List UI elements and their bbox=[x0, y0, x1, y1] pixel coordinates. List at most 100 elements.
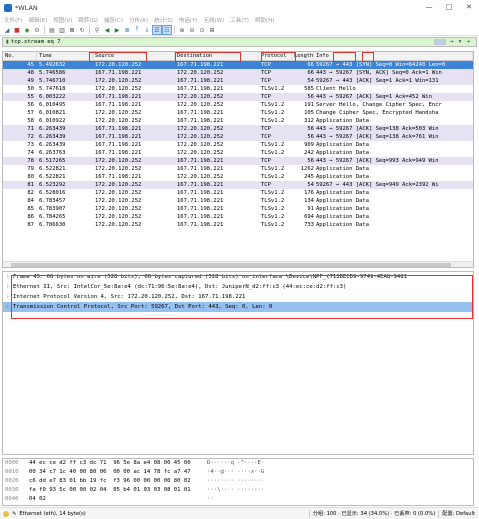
expand-arrow-icon[interactable]: › bbox=[6, 272, 13, 282]
column-source[interactable]: Source bbox=[93, 52, 175, 61]
close-button[interactable]: ✕ bbox=[459, 0, 479, 15]
expand-arrow-icon[interactable]: › bbox=[6, 282, 13, 292]
packet-row[interactable]: 73 6.263439 167.71.198.221 172.20.120.252 TL… bbox=[3, 141, 473, 149]
column-destination[interactable]: Destination bbox=[175, 52, 259, 61]
column-info[interactable]: Info bbox=[314, 52, 473, 61]
bytes-hex[interactable]: 04 02 bbox=[29, 495, 207, 504]
menu-help[interactable]: 帮助(H) bbox=[255, 16, 274, 24]
bytes-hex[interactable]: 00 34 c7 1c 40 00 80 06 00 00 ac 14 78 f… bbox=[29, 468, 207, 477]
first-packet-icon[interactable]: ⤒ bbox=[133, 26, 141, 34]
close-file-icon[interactable]: ⊠ bbox=[68, 26, 76, 34]
packet-row[interactable]: 86 6.784265 172.20.120.252 167.71.198.221 TL… bbox=[3, 213, 473, 221]
menu-analyze[interactable]: 分析(A) bbox=[129, 16, 148, 24]
display-filter-input[interactable]: tcp.stream eq 7 bbox=[11, 39, 434, 45]
column-length[interactable]: Length bbox=[292, 52, 314, 61]
packet-row[interactable]: 50 5.747618 172.20.120.252 167.71.198.221 TL… bbox=[3, 85, 473, 93]
menu-tools[interactable]: 工具(T) bbox=[230, 16, 249, 24]
bytes-offset[interactable]: 0040 bbox=[3, 495, 29, 504]
packet-row[interactable]: 82 6.528016 172.20.120.252 167.71.198.221 TL… bbox=[3, 189, 473, 197]
bytes-offset[interactable]: 0000 bbox=[3, 459, 29, 468]
detail-tree-row[interactable]: › Frame 45: 66 bytes on wire (528 bits), … bbox=[3, 272, 473, 282]
forward-arrow-icon[interactable]: ▶ bbox=[113, 26, 121, 34]
column-time[interactable]: Time bbox=[37, 52, 93, 61]
packet-bytes-pane[interactable]: 0000 44 ec ce d2 ff c3 dc 71 96 5e 8a e4 … bbox=[2, 458, 474, 506]
apply-filter-icon[interactable]: → bbox=[447, 39, 456, 45]
packet-row[interactable]: 80 6.522821 167.71.198.221 172.20.120.252 TL… bbox=[3, 173, 473, 181]
save-icon[interactable]: ▥ bbox=[58, 26, 66, 34]
maximize-button[interactable]: □ bbox=[439, 0, 459, 15]
packet-row[interactable]: 45 5.492632 172.20.120.252 167.71.198.221 TC… bbox=[3, 61, 473, 69]
expand-arrow-icon[interactable]: › bbox=[6, 292, 13, 302]
zoom-out-icon[interactable]: ⊖ bbox=[188, 26, 196, 34]
packet-row[interactable]: 56 6.010495 167.71.198.221 172.20.120.252 TL… bbox=[3, 101, 473, 109]
bytes-hex[interactable]: c6 dd e7 83 01 bb 19 fc f3 96 00 00 00 0… bbox=[29, 477, 207, 486]
edit-comment-icon[interactable]: ✎ bbox=[12, 511, 16, 517]
status-config[interactable]: 配置: Default bbox=[442, 510, 475, 517]
packet-row[interactable]: 57 6.010821 172.20.120.252 167.71.198.221 TL… bbox=[3, 109, 473, 117]
menu-go[interactable]: 跳转(G) bbox=[78, 16, 98, 24]
detail-tree-row[interactable]: › Transmission Control Protocol, Src Port… bbox=[3, 302, 473, 312]
packet-details-pane[interactable]: › Frame 45: 66 bytes on wire (528 bits), … bbox=[2, 271, 474, 455]
packet-row[interactable]: 79 6.522821 172.20.120.252 167.71.198.221 TL… bbox=[3, 165, 473, 173]
packet-row[interactable]: 78 6.517265 172.20.120.252 167.71.198.221 TC… bbox=[3, 157, 473, 165]
go-to-packet-icon[interactable]: ≣ bbox=[123, 26, 131, 34]
packet-row[interactable]: 72 6.263439 167.71.198.221 172.20.120.252 TC… bbox=[3, 133, 473, 141]
zoom-in-icon[interactable]: ⊕ bbox=[178, 26, 186, 34]
restart-icon[interactable]: ◉ bbox=[23, 26, 31, 34]
detail-tree-row[interactable]: › Internet Protocol Version 4, Src: 172.2… bbox=[3, 292, 473, 302]
resize-columns-icon[interactable]: ⊞ bbox=[208, 26, 216, 34]
packet-info: Application Data bbox=[316, 174, 369, 180]
bytes-ascii[interactable]: ·· bbox=[207, 495, 214, 504]
scroll-thumb[interactable] bbox=[11, 263, 451, 267]
menu-statistics[interactable]: 统计(S) bbox=[154, 16, 173, 24]
packet-row[interactable]: 85 6.783907 172.20.120.252 167.71.198.221 TL… bbox=[3, 205, 473, 213]
bytes-offset[interactable]: 0010 bbox=[3, 468, 29, 477]
last-packet-icon[interactable]: ⤓ bbox=[143, 26, 151, 34]
bytes-offset[interactable]: 0030 bbox=[3, 486, 29, 495]
options-gear-icon[interactable]: ⚙ bbox=[33, 26, 41, 34]
back-arrow-icon[interactable]: ◀ bbox=[103, 26, 111, 34]
open-folder-icon[interactable]: ▤ bbox=[48, 26, 56, 34]
expand-arrow-icon[interactable]: › bbox=[6, 302, 13, 312]
column-no[interactable]: No. bbox=[3, 52, 37, 61]
bytes-ascii[interactable]: ········ ········ bbox=[207, 477, 264, 486]
clear-filter-icon[interactable] bbox=[434, 39, 447, 45]
autoscroll-icon[interactable]: ☰ bbox=[152, 25, 162, 35]
packet-list[interactable]: No. Time Source Destination Protocol Len… bbox=[2, 51, 474, 268]
bytes-ascii[interactable]: D······q ·^····E· bbox=[207, 459, 264, 468]
packet-row[interactable]: 55 6.003222 167.71.198.221 172.20.120.252 TC… bbox=[3, 93, 473, 101]
stop-icon[interactable]: ■ bbox=[13, 26, 21, 34]
packet-row[interactable]: 81 6.523292 172.20.120.252 167.71.198.221 TC… bbox=[3, 181, 473, 189]
minimize-button[interactable]: — bbox=[419, 0, 439, 15]
packet-row[interactable]: 49 5.746710 172.20.120.252 167.71.198.221 TC… bbox=[3, 77, 473, 85]
packet-row[interactable]: 58 6.010922 172.20.120.252 167.71.198.221 TL… bbox=[3, 117, 473, 125]
packet-row[interactable]: 87 6.786630 172.20.120.252 167.71.198.221 TL… bbox=[3, 221, 473, 229]
bytes-ascii[interactable]: ·4··@··· ····x··G bbox=[207, 468, 264, 477]
packet-row[interactable]: 48 5.746586 167.71.198.221 172.20.120.252 TC… bbox=[3, 69, 473, 77]
menu-file[interactable]: 文件(F) bbox=[4, 16, 22, 24]
zoom-reset-icon[interactable]: ⊙ bbox=[198, 26, 206, 34]
menu-view[interactable]: 视图(V) bbox=[53, 16, 72, 24]
menu-edit[interactable]: 编辑(E) bbox=[28, 16, 47, 24]
bytes-offset[interactable]: 0020 bbox=[3, 477, 29, 486]
packet-row[interactable]: 71 6.263439 167.71.198.221 172.20.120.252 TC… bbox=[3, 125, 473, 133]
expert-info-icon[interactable] bbox=[3, 510, 9, 517]
packet-row[interactable]: 74 6.263763 167.71.198.221 172.20.120.252 TL… bbox=[3, 149, 473, 157]
find-icon[interactable]: ⚲ bbox=[93, 26, 101, 34]
menu-wireless[interactable]: 无线(W) bbox=[204, 16, 225, 24]
menu-telephony[interactable]: 电话(Y) bbox=[179, 16, 198, 24]
packet-row[interactable]: 84 6.783457 172.20.120.252 167.71.198.221 TL… bbox=[3, 197, 473, 205]
packet-list-hscrollbar[interactable] bbox=[3, 261, 473, 267]
bookmark-filter-icon[interactable]: ▮ bbox=[6, 39, 9, 45]
bytes-hex[interactable]: fa f0 93 5c 00 00 02 04 05 b4 01 03 03 0… bbox=[29, 486, 207, 495]
bytes-ascii[interactable]: ···\···· ········ bbox=[207, 486, 264, 495]
bytes-hex[interactable]: 44 ec ce d2 ff c3 dc 71 96 5e 8a e4 08 0… bbox=[29, 459, 207, 468]
detail-tree-row[interactable]: › Ethernet II, Src: IntelCor_5e:8a:e4 (dc… bbox=[3, 282, 473, 292]
colorize-icon[interactable]: ☷ bbox=[162, 25, 172, 35]
filter-dropdown-icon[interactable]: ▾ bbox=[457, 39, 464, 45]
add-filter-button[interactable]: + bbox=[464, 39, 473, 45]
menu-capture[interactable]: 捕获(C) bbox=[104, 16, 123, 24]
shark-fin-start-icon[interactable]: ◢ bbox=[3, 26, 11, 34]
column-protocol[interactable]: Protocol bbox=[259, 52, 292, 61]
reload-icon[interactable]: ↻ bbox=[78, 26, 86, 34]
